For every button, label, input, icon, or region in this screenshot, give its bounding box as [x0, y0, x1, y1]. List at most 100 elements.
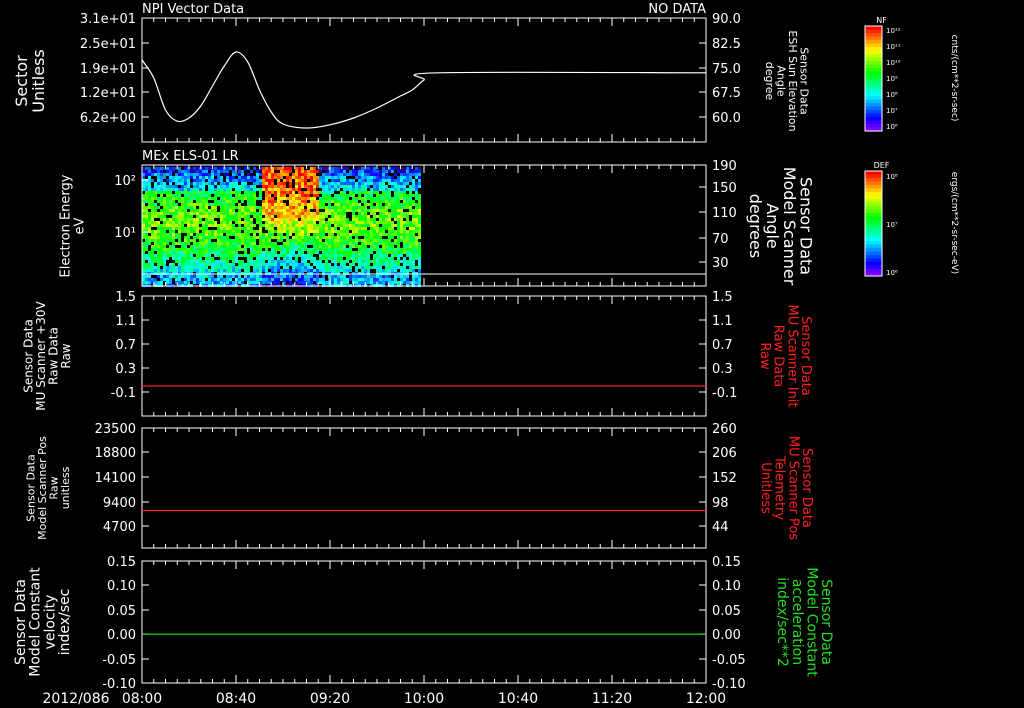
spectrogram-cell [418, 242, 421, 245]
spectrogram-cell [289, 224, 292, 227]
spectrogram-cell [388, 239, 391, 242]
spectrogram-cell [313, 275, 316, 278]
spectrogram-cell [304, 233, 307, 236]
spectrogram-cell [205, 209, 208, 212]
spectrogram-cell [367, 257, 370, 260]
spectrogram-cell [394, 197, 397, 200]
spectrogram-cell [244, 224, 247, 227]
spectrogram-cell [388, 266, 391, 269]
axis-label-line: Raw [59, 343, 73, 368]
spectrogram-cell [250, 221, 253, 224]
spectrogram-cell [217, 230, 220, 233]
spectrogram-cell [331, 215, 334, 218]
y-tick-label: 3.1e+01 [80, 12, 136, 27]
spectrogram-cell [172, 239, 175, 242]
spectrogram-cell [295, 170, 298, 173]
spectrogram-cell [391, 260, 394, 263]
colorbar-tick-label: 10⁷ [886, 107, 898, 115]
spectrogram-cell [358, 260, 361, 263]
spectrogram-cell [364, 215, 367, 218]
spectrogram-cell [157, 275, 160, 278]
spectrogram-cell [286, 212, 289, 215]
spectrogram-cell [319, 167, 322, 170]
spectrogram-cell [163, 215, 166, 218]
spectrogram-cell [385, 233, 388, 236]
spectrogram-cell [352, 206, 355, 209]
spectrogram-cell [226, 230, 229, 233]
spectrogram-cell [256, 281, 259, 284]
spectrogram-cell [232, 275, 235, 278]
spectrogram-cell [187, 194, 190, 197]
spectrogram-cell [145, 242, 148, 245]
spectrogram-cell [208, 188, 211, 191]
spectrogram-cell [229, 263, 232, 266]
spectrogram-cell [367, 266, 370, 269]
spectrogram-cell [358, 203, 361, 206]
spectrogram-cell [256, 215, 259, 218]
spectrogram-cell [316, 206, 319, 209]
spectrogram-cell [190, 257, 193, 260]
spectrogram-cell [358, 176, 361, 179]
spectrogram-cell [292, 275, 295, 278]
spectrogram-cell [409, 176, 412, 179]
spectrogram-cell [385, 206, 388, 209]
spectrogram-cell [247, 212, 250, 215]
spectrogram-cell [235, 236, 238, 239]
spectrogram-cell [199, 278, 202, 281]
spectrogram-cell [184, 266, 187, 269]
spectrogram-cell [196, 221, 199, 224]
spectrogram-cell [325, 251, 328, 254]
spectrogram-cell [265, 254, 268, 257]
spectrogram-cell [313, 191, 316, 194]
spectrogram-cell [367, 242, 370, 245]
spectrogram-cell [196, 170, 199, 173]
spectrogram-cell [277, 224, 280, 227]
spectrogram-cell [241, 179, 244, 182]
spectrogram-cell [178, 173, 181, 176]
spectrogram-cell [196, 242, 199, 245]
spectrogram-cell [397, 254, 400, 257]
spectrogram-cell [322, 242, 325, 245]
spectrogram-cell [310, 236, 313, 239]
spectrogram-cell [274, 236, 277, 239]
spectrogram-cell [343, 281, 346, 284]
spectrogram-cell [358, 245, 361, 248]
spectrogram-cell [193, 245, 196, 248]
spectrogram-cell [223, 245, 226, 248]
spectrogram-cell [145, 197, 148, 200]
spectrogram-cell [376, 263, 379, 266]
spectrogram-cell [322, 263, 325, 266]
spectrogram-cell [325, 206, 328, 209]
spectrogram-cell [340, 266, 343, 269]
spectrogram-cell [343, 224, 346, 227]
spectrogram-cell [244, 209, 247, 212]
spectrogram-cell [193, 242, 196, 245]
spectrogram-cell [301, 179, 304, 182]
spectrogram-cell [244, 221, 247, 224]
spectrogram-cell [334, 254, 337, 257]
spectrogram-cell [274, 266, 277, 269]
spectrogram-cell [232, 167, 235, 170]
spectrogram-cell [259, 206, 262, 209]
spectrogram-cell [199, 173, 202, 176]
spectrogram-cell [214, 254, 217, 257]
spectrogram-cell [334, 263, 337, 266]
spectrogram-cell [304, 257, 307, 260]
spectrogram-cell [196, 230, 199, 233]
spectrogram-cell [313, 224, 316, 227]
spectrogram-cell [331, 185, 334, 188]
spectrogram-cell [406, 212, 409, 215]
spectrogram-cell [154, 221, 157, 224]
spectrogram-cell [406, 230, 409, 233]
colorbar-band [865, 174, 882, 179]
spectrogram-cell [382, 173, 385, 176]
spectrogram-cell [403, 251, 406, 254]
spectrogram-cell [241, 227, 244, 230]
spectrogram-cell [358, 233, 361, 236]
spectrogram-cell [391, 200, 394, 203]
spectrogram-cell [202, 242, 205, 245]
spectrogram-cell [184, 167, 187, 170]
spectrogram-cell [376, 251, 379, 254]
spectrogram-cell [187, 221, 190, 224]
spectrogram-cell [193, 281, 196, 284]
